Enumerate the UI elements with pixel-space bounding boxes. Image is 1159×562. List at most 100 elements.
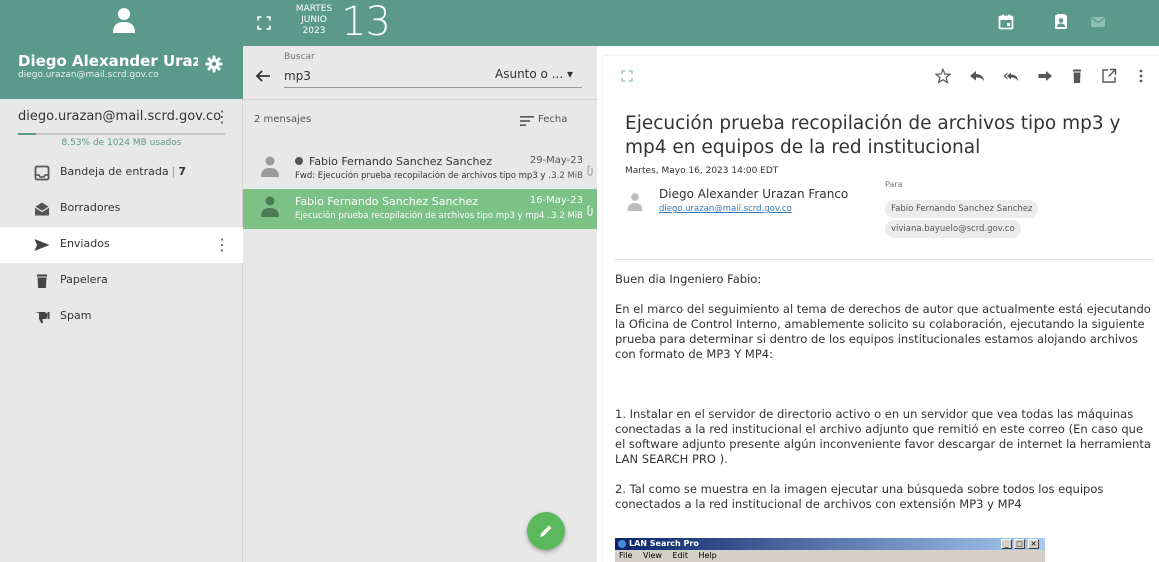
gear-icon[interactable] — [205, 55, 223, 73]
user-avatar-icon[interactable] — [112, 6, 136, 34]
expand-icon[interactable] — [257, 16, 271, 30]
folder-spam[interactable]: Spam — [0, 299, 243, 335]
folder-label: Enviados — [60, 237, 110, 250]
body-paragraph: Buen dia Ingeniero Fabio: — [615, 272, 762, 286]
quota-bar — [18, 133, 225, 135]
screenshot-menu: File View Edit Help — [619, 550, 725, 562]
search-field-select[interactable]: Asunto o ... ▾ — [495, 67, 573, 81]
delete-icon[interactable] — [1069, 68, 1085, 84]
folder-inbox[interactable]: Bandeja de entrada | 7 — [0, 155, 243, 191]
folder-label: Spam — [60, 309, 92, 322]
reading-pane: Ejecución prueba recopilación de archivo… — [597, 0, 1159, 562]
quota-fill — [18, 133, 36, 135]
date-day: 13 — [341, 0, 391, 45]
back-arrow-icon[interactable] — [255, 68, 271, 84]
embedded-screenshot: LAN Search Pro _ □ ✕ File View Edit Help — [615, 538, 1045, 562]
minimize-icon: _ — [1001, 539, 1012, 549]
sent-icon — [34, 239, 50, 251]
recipient-chip[interactable]: viviana.bayuelo@scrd.gov.co — [885, 220, 1021, 238]
sender-name: Diego Alexander Urazan Franco — [659, 187, 849, 201]
message-subject: Fwd: Ejecución prueba recopilación de ar… — [295, 171, 557, 181]
contact-avatar-icon — [261, 196, 279, 217]
inbox-icon — [34, 165, 50, 181]
sort-icon[interactable] — [520, 115, 534, 127]
attachment-icon — [587, 165, 593, 176]
pencil-icon — [540, 525, 552, 537]
folder-label: Papelera — [60, 273, 108, 286]
account-menu-icon[interactable]: ⋮ — [214, 107, 230, 127]
message-subject-heading: Ejecución prueba recopilación de archivo… — [625, 113, 1121, 158]
unread-count: 7 — [178, 165, 186, 178]
folder-trash[interactable]: Papelera — [0, 263, 243, 299]
screenshot-menu-item: Edit — [672, 551, 688, 560]
date-month: JUNIO — [301, 15, 327, 25]
message-count: 2 mensajes — [254, 114, 312, 125]
body-paragraph: 1. Instalar en el servidor de directorio… — [615, 407, 1151, 466]
sort-field[interactable]: Fecha — [538, 114, 567, 125]
recipient-chip[interactable]: Fabio Fernando Sanchez Sanchez — [885, 200, 1039, 218]
folder-label: Borradores — [60, 201, 121, 214]
compose-button[interactable] — [527, 512, 565, 550]
more-options-icon[interactable] — [1133, 68, 1149, 84]
quota-text: 8.53% de 1024 MB usados — [61, 138, 182, 148]
calendar-header: MARTES JUNIO 2023 13 — [243, 0, 597, 46]
contacts-icon[interactable] — [1053, 14, 1069, 30]
screenshot-menu-item: File — [619, 551, 633, 560]
folder-label: Bandeja de entrada — [60, 165, 169, 178]
close-icon: ✕ — [1028, 539, 1039, 549]
list-meta: 2 mensajes Fecha — [243, 99, 597, 141]
forward-icon[interactable] — [1037, 68, 1053, 84]
mail-icon[interactable] — [1090, 14, 1106, 30]
message-size: 3.2 MiB — [551, 211, 583, 221]
folder-menu-icon[interactable]: ⋮ — [214, 235, 230, 255]
message-row[interactable]: Fabio Fernando Sanchez Sanchez Fwd: Ejec… — [243, 149, 597, 189]
user-header: Diego Alexander Urazan ... diego.urazan@… — [0, 0, 243, 99]
folder-drafts[interactable]: Borradores — [0, 191, 243, 227]
message-subject: Ejecución prueba recopilación de archivo… — [295, 211, 556, 221]
expand-icon[interactable] — [621, 70, 633, 82]
screenshot-titlebar: LAN Search Pro _ □ ✕ — [615, 538, 1045, 550]
message-view: Ejecución prueba recopilación de archivo… — [603, 56, 1159, 562]
search-bar: Buscar Asunto o ... ▾ — [243, 46, 597, 99]
open-new-window-icon[interactable] — [1101, 68, 1117, 84]
trash-icon — [37, 274, 47, 288]
app-icon — [618, 540, 626, 548]
star-icon[interactable] — [935, 68, 951, 84]
sender-avatar-icon — [627, 193, 643, 211]
message-size: 3.2 MiB — [551, 171, 583, 181]
reply-all-icon[interactable] — [1003, 68, 1019, 84]
message-sender: Fabio Fernando Sanchez Sanchez — [295, 195, 479, 208]
folder-sent[interactable]: Enviados ⋮ — [0, 227, 243, 263]
message-sender: Fabio Fernando Sanchez Sanchez — [309, 155, 493, 168]
sender-email-link[interactable]: diego.urazan@mail.scrd.gov.co — [659, 204, 792, 214]
maximize-icon: □ — [1014, 539, 1025, 549]
date-weekday: MARTES — [295, 4, 333, 14]
top-bar — [597, 0, 1159, 46]
date-year: 2023 — [302, 26, 326, 36]
divider — [615, 259, 1153, 260]
reply-icon[interactable] — [969, 68, 985, 84]
drafts-icon — [34, 202, 50, 216]
message-date: Martes, Mayo 16, 2023 14:00 EDT — [625, 166, 779, 176]
contact-avatar-icon — [261, 156, 279, 177]
spam-icon — [35, 312, 50, 324]
to-label: Para — [885, 180, 903, 189]
body-paragraph: 2. Tal como se muestra en la imagen ejec… — [615, 482, 1104, 511]
screenshot-menu-item: Help — [698, 551, 717, 560]
screenshot-menu-item: View — [642, 551, 662, 560]
unread-dot-icon — [295, 157, 303, 165]
account-row[interactable]: diego.urazan@mail.scrd.gov.co ⋮ — [0, 99, 243, 135]
message-body: Buen dia Ingeniero Fabio: En el marco de… — [615, 272, 1155, 527]
calendar-icon[interactable] — [998, 14, 1014, 30]
message-date: 29-May-23 — [529, 155, 583, 166]
search-label: Buscar — [284, 52, 315, 62]
sidebar: Diego Alexander Urazan ... diego.urazan@… — [0, 0, 243, 562]
user-email: diego.urazan@mail.scrd.gov.co — [18, 70, 159, 80]
date-text: MARTES JUNIO 2023 — [289, 4, 339, 37]
screenshot-title: LAN Search Pro — [629, 539, 699, 548]
account-email: diego.urazan@mail.scrd.gov.co — [18, 109, 222, 124]
message-row-selected[interactable]: Fabio Fernando Sanchez Sanchez Ejecución… — [243, 189, 597, 229]
body-paragraph: En el marco del seguimiento al tema de d… — [615, 302, 1151, 361]
message-list-panel: MARTES JUNIO 2023 13 Buscar Asunto o ...… — [243, 0, 597, 562]
user-name: Diego Alexander Urazan ... — [18, 52, 198, 70]
